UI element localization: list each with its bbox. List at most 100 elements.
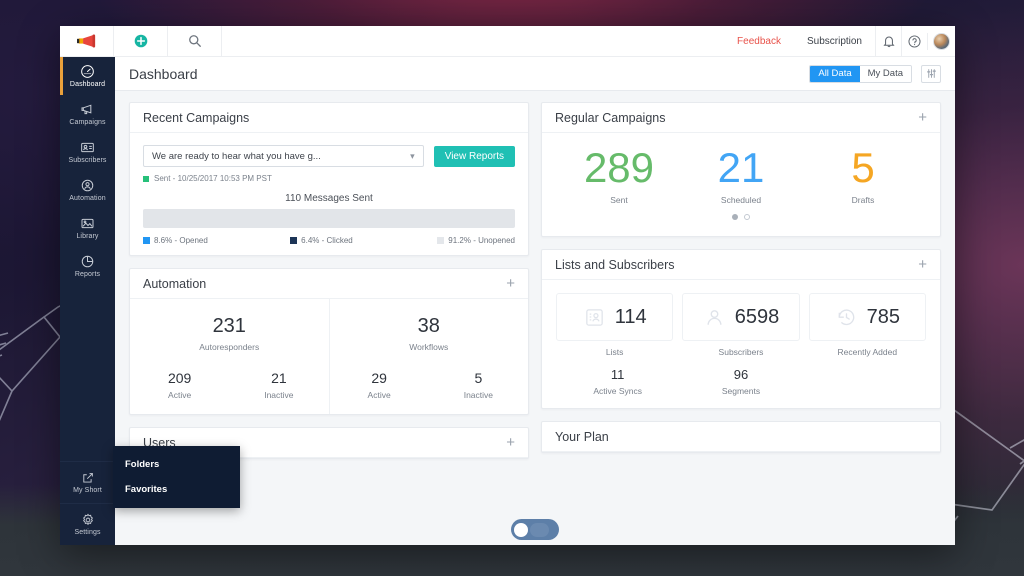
tile-recently-added[interactable]: 785 Recently Added: [808, 293, 926, 357]
metric-inactive: 21 Inactive: [229, 370, 328, 400]
tile-lists[interactable]: 114 Lists: [556, 293, 674, 357]
status-badge: [143, 175, 149, 182]
user-icon: [707, 309, 722, 325]
metric-label: Active Syncs: [593, 386, 642, 396]
contact-card-icon: [585, 308, 603, 326]
campaign-select-value: We are ready to hear what you have g...: [152, 150, 321, 162]
sidebar-item-label: Dashboard: [69, 81, 106, 88]
automation-body: 231 Autoresponders 209 Active 21 Inactiv…: [130, 299, 528, 414]
card-title: Automation: [143, 276, 207, 291]
automation-group-total: 38 Workflows: [330, 315, 529, 352]
metric-label: Inactive: [264, 390, 294, 400]
toggle-track-tail: [530, 522, 549, 537]
delivery-legend: 8.6% - Opened 6.4% - Clicked 91.2% - Uno…: [143, 236, 515, 245]
sidebar-item-label: Campaigns: [69, 119, 106, 126]
toggle-switch[interactable]: [511, 519, 559, 540]
automation-header: Automation +: [130, 269, 528, 299]
gear-person-icon: [81, 179, 94, 192]
plus-icon[interactable]: +: [918, 257, 927, 272]
help-button[interactable]: [901, 26, 927, 57]
legend-item: 6.4% - Clicked: [290, 236, 437, 245]
feedback-link[interactable]: Feedback: [724, 36, 794, 47]
campaign-status: Sent - 10/25/2017 10:53 PM PST: [143, 174, 515, 183]
sidebar-item-subscribers[interactable]: Subscribers: [60, 133, 115, 171]
search-button[interactable]: [168, 26, 222, 57]
tab-my-data[interactable]: My Data: [859, 65, 911, 82]
gauge-icon: [81, 65, 94, 78]
metric-label: Active: [367, 390, 391, 400]
automation-group-autoresponders: 231 Autoresponders 209 Active 21 Inactiv…: [130, 299, 329, 414]
external-link-icon: [82, 473, 93, 483]
plus-icon[interactable]: +: [506, 435, 515, 450]
toggle-knob: [514, 522, 528, 537]
add-button[interactable]: [114, 26, 168, 57]
automation-group-breakdown: 29 Active 5 Inactive: [330, 370, 529, 400]
legend-label: 8.6% - Opened: [154, 236, 208, 245]
lists-subscribers-card: Lists and Subscribers + 114 Lists 6598 S…: [541, 249, 941, 409]
metric-value: 96: [733, 367, 749, 382]
recent-campaigns-body: We are ready to hear what you have g... …: [130, 133, 528, 255]
metric-inactive: 5 Inactive: [429, 370, 528, 400]
recent-campaigns-card: Recent Campaigns We are ready to hear wh…: [129, 102, 529, 256]
metric-value: 21: [717, 144, 765, 191]
metric-label: Sent: [610, 195, 628, 205]
regular-campaigns-card: Regular Campaigns + 289 Sent 21 Schedule…: [541, 102, 941, 237]
legend-swatch-clicked: [290, 237, 298, 244]
sidebar-item-settings[interactable]: Settings: [60, 503, 115, 545]
app-top-bar: Feedback Subscription: [60, 26, 955, 57]
sliders-icon: [926, 69, 936, 78]
sidebar-item-label: Reports: [74, 271, 101, 278]
lists-subscribers-body: 114 Lists 6598 Subscribers 785 Recently …: [542, 280, 940, 408]
carousel-dot[interactable]: [744, 214, 750, 220]
sidebar-item-campaigns[interactable]: Campaigns: [60, 95, 115, 133]
card-title: Lists and Subscribers: [555, 257, 675, 272]
metric-active-syncs: 11 Active Syncs: [556, 367, 679, 396]
campaign-select[interactable]: We are ready to hear what you have g... …: [143, 145, 424, 167]
metric-label: Autoresponders: [199, 342, 260, 352]
context-menu-item-favorites[interactable]: Favorites: [113, 477, 240, 502]
dashboard-content: Recent Campaigns We are ready to hear wh…: [115, 91, 955, 545]
question-circle-icon: [908, 34, 921, 48]
card-title: Recent Campaigns: [143, 110, 250, 125]
user-menu-button[interactable]: [927, 32, 955, 50]
carousel-dots: [558, 214, 924, 220]
page-header-controls: All Data My Data: [809, 64, 941, 83]
subscription-link[interactable]: Subscription: [794, 36, 875, 47]
app-logo[interactable]: [60, 26, 114, 57]
filter-button[interactable]: [921, 64, 941, 83]
metric-value: 5: [851, 144, 875, 191]
tab-all-data[interactable]: All Data: [810, 65, 860, 82]
sidebar-item-library[interactable]: Library: [60, 209, 115, 247]
legend-swatch-unopened: [437, 237, 445, 244]
metric-value: 209: [167, 370, 192, 386]
metric-label: Subscribers: [718, 347, 764, 357]
page-header: Dashboard All Data My Data: [115, 57, 955, 91]
legend-label: 6.4% - Clicked: [301, 236, 353, 245]
sidebar-item-label: Subscribers: [68, 157, 107, 164]
context-menu-item-folders[interactable]: Folders: [113, 452, 240, 477]
tile-subscribers[interactable]: 6598 Subscribers: [682, 293, 800, 357]
plus-icon[interactable]: +: [506, 276, 515, 291]
sidebar-item-automation[interactable]: Automation: [60, 171, 115, 209]
megaphone-icon: [81, 104, 92, 115]
campaign-selector-row: We are ready to hear what you have g... …: [143, 145, 515, 167]
notifications-button[interactable]: [875, 26, 901, 57]
plus-icon[interactable]: +: [918, 110, 927, 125]
metric-label: Workflows: [409, 342, 449, 352]
sidebar-item-dashboard[interactable]: Dashboard: [60, 57, 115, 95]
plus-circle-icon: [134, 34, 147, 48]
megaphone-icon: [77, 34, 96, 48]
lists-subscribers-secondary: 11 Active Syncs 96 Segments: [556, 367, 926, 396]
view-reports-button[interactable]: View Reports: [433, 145, 515, 167]
metric-label: Inactive: [463, 390, 494, 400]
regular-campaigns-stats: 289 Sent 21 Scheduled 5 Drafts: [558, 144, 924, 206]
chevron-down-icon: ▾: [410, 150, 415, 161]
sidebar-item-reports[interactable]: Reports: [60, 247, 115, 285]
your-plan-card: Your Plan: [541, 421, 941, 453]
recent-campaigns-header: Recent Campaigns: [130, 103, 528, 133]
regular-campaigns-header: Regular Campaigns +: [542, 103, 940, 133]
sidebar-item-my-short[interactable]: My Short: [60, 461, 115, 503]
carousel-dot-active[interactable]: [732, 214, 738, 220]
metric-value: 5: [474, 370, 483, 386]
tile-box: 114: [556, 293, 674, 341]
